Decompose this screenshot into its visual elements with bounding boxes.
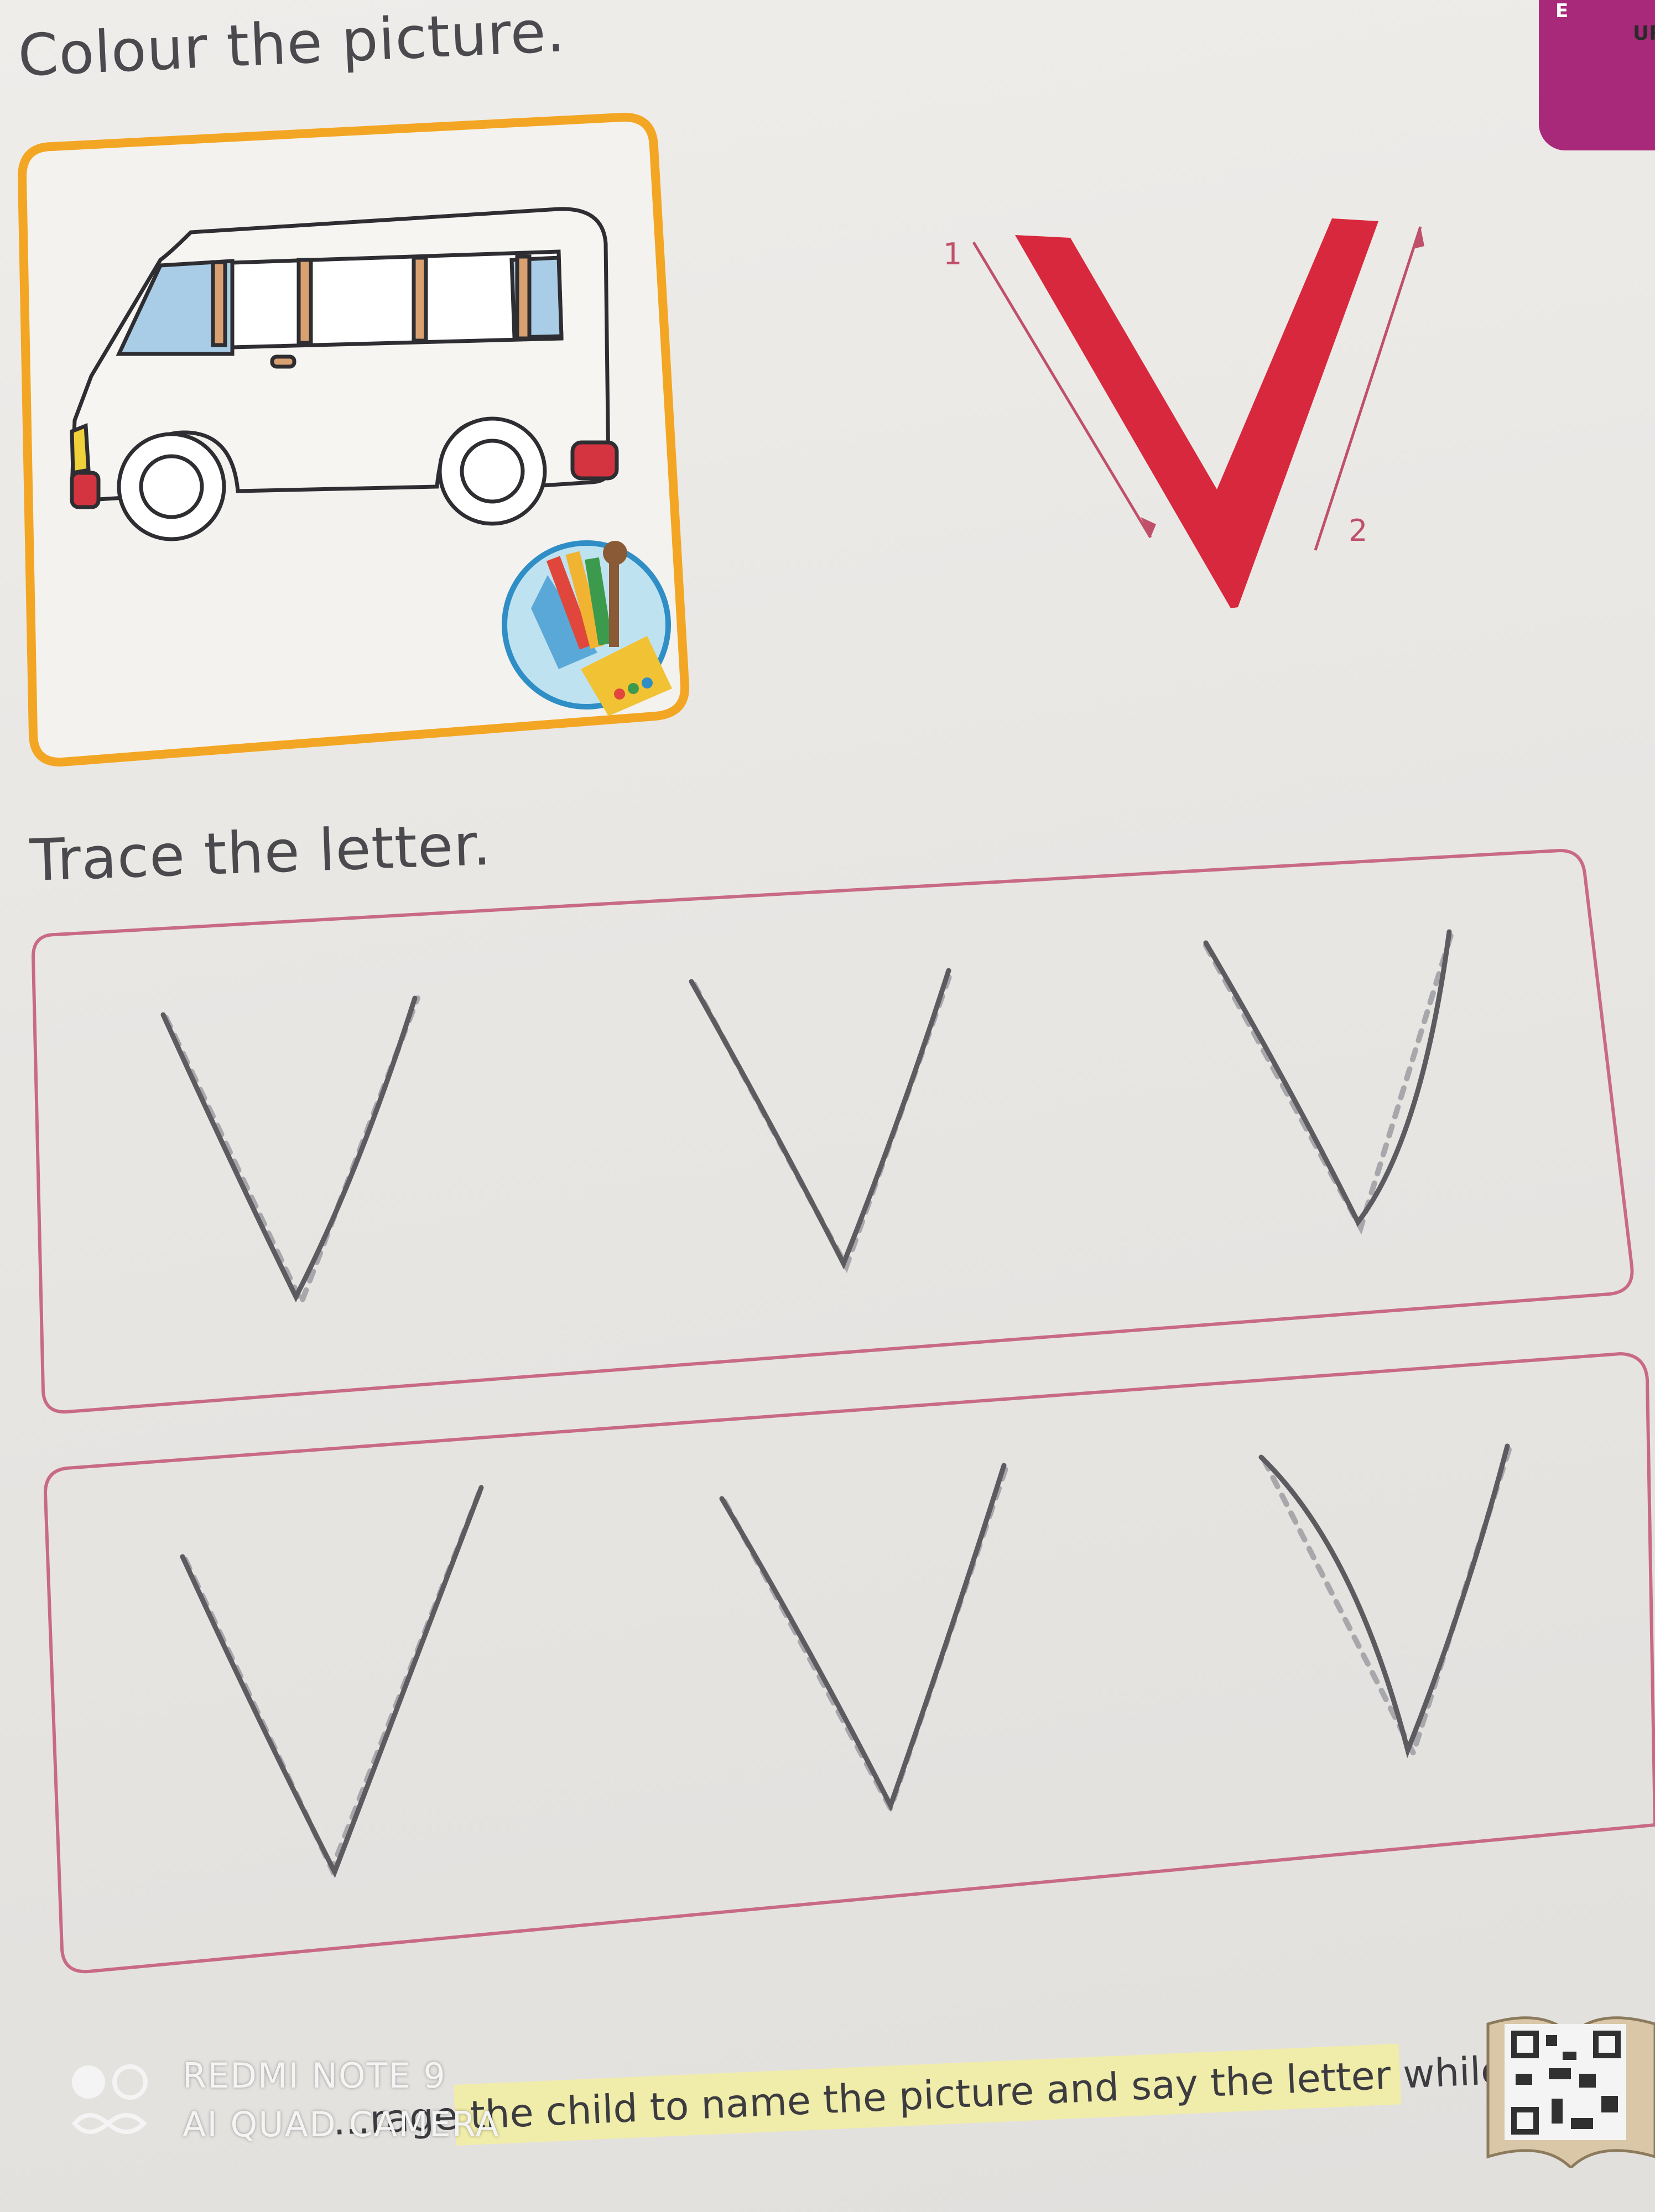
camera-watermark: REDMI NOTE 9 AI QUAD CAMERA <box>183 2052 500 2149</box>
traced-v-2 <box>689 968 954 1274</box>
qr-code-icon <box>1486 2016 1655 2168</box>
traced-v-1 <box>160 995 420 1310</box>
traced-v-4 <box>180 1485 484 1879</box>
trace-panel-2 <box>43 1352 1655 1974</box>
traced-v-5 <box>719 1463 1009 1815</box>
stroke-number-2: 2 <box>1349 513 1367 548</box>
traced-letters-row-1 <box>160 929 1455 1310</box>
camera-model: REDMI NOTE 9 <box>183 2056 446 2096</box>
worksheet-page: E UR Colour the picture. Trace the lette… <box>0 0 1655 2212</box>
traced-v-6 <box>1258 1443 1513 1761</box>
stroke-number-1: 1 <box>943 237 962 272</box>
worksheet-drawing: 1 2 <box>17 112 1655 1974</box>
model-letter-v: 1 2 <box>943 218 1424 608</box>
camera-tagline: AI QUAD CAMERA <box>183 2104 500 2145</box>
camera-logo-icon <box>71 2064 148 2134</box>
traced-letters-row-2 <box>180 1443 1513 1879</box>
traced-v-3 <box>1203 929 1455 1235</box>
